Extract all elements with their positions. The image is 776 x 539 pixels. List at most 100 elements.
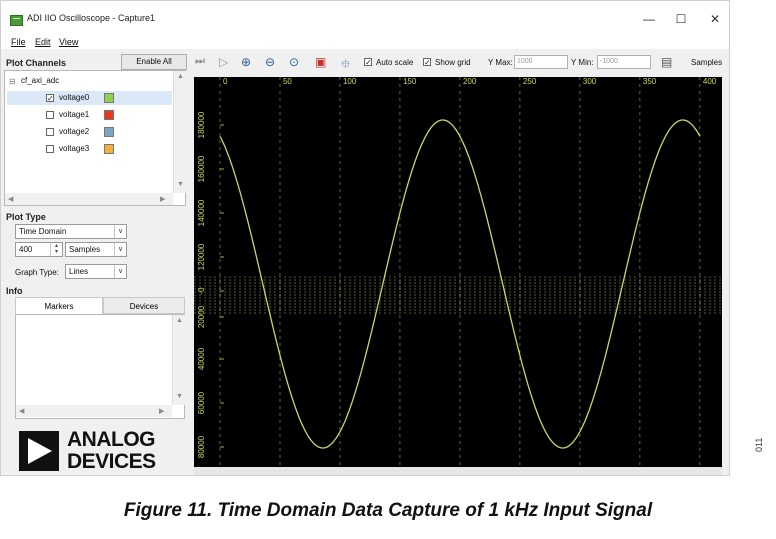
y-tick-label: 80000 (197, 435, 206, 458)
enable-all-button[interactable]: Enable All (121, 54, 187, 70)
tab-devices[interactable]: Devices (103, 297, 185, 314)
zoom-fit-icon[interactable]: ⊙ (289, 55, 299, 69)
channel-row-voltage0[interactable]: ✓ voltage0 (7, 91, 172, 105)
y-tick-label: 40000 (197, 347, 206, 370)
scroll-left-icon[interactable]: ◀ (8, 195, 13, 203)
show-grid-checkbox[interactable]: ✓ (423, 58, 431, 67)
channel-checkbox[interactable]: ✓ (46, 94, 54, 103)
channel-color-swatch[interactable] (104, 144, 114, 154)
scroll-right-icon[interactable]: ▶ (159, 407, 164, 415)
channel-checkbox[interactable] (46, 128, 54, 136)
channel-tree: ⊟ cf_axi_adc ✓ voltage0 voltage1 voltage… (4, 70, 186, 206)
channel-checkbox[interactable] (46, 145, 54, 153)
x-tick-label: 50 (283, 77, 292, 86)
oscilloscope-window: ADI IIO Oscilloscope - Capture1 — ☐ ✕ Fi… (0, 0, 730, 476)
plot-canvas: 0 50 100 150 200 250 300 350 400 180000 160000 1400… (194, 77, 722, 467)
menu-view[interactable]: View (59, 37, 78, 47)
info-tabs: Markers Devices (15, 297, 185, 314)
ymin-label: Y Min: (571, 58, 594, 67)
samples-label: Samples (691, 58, 723, 67)
x-tick-label: 100 (343, 77, 357, 86)
analog-devices-logo-mark (19, 431, 59, 471)
channel-row-voltage1[interactable]: voltage1 (7, 108, 172, 122)
y-tick-label: 120000 (197, 243, 206, 270)
channel-label: voltage3 (59, 144, 90, 153)
auto-scale-checkbox[interactable]: ✓ (364, 58, 372, 67)
play-icon[interactable]: ▷ (219, 55, 228, 69)
plot-domain-select[interactable]: Time Domain ∨ (15, 224, 127, 239)
plot-channels-header: Plot Channels (6, 58, 67, 68)
auto-scale-label: Auto scale (376, 58, 414, 67)
close-button[interactable]: ✕ (701, 9, 729, 29)
graph-type-value: Lines (69, 267, 89, 276)
minimize-button[interactable]: — (635, 9, 663, 29)
x-tick-label: 400 (703, 77, 717, 86)
logo-line-1: ANALOG (67, 428, 156, 451)
info-panel: ▲ ▼ ◀ ▶ (15, 314, 185, 419)
tree-collapse-icon[interactable]: ⊟ (9, 77, 16, 86)
x-tick-label: 0 (223, 77, 228, 86)
x-tick-label: 250 (523, 77, 537, 86)
zoom-out-icon[interactable]: ⊖ (265, 55, 275, 69)
samples-spinbox[interactable]: 400 ▴ ▾ (15, 242, 63, 257)
y-tick-label: 160000 (197, 155, 206, 182)
figure-caption: Figure 11. Time Domain Data Capture of 1… (123, 500, 653, 521)
info-vertical-scrollbar[interactable]: ▲ ▼ (172, 315, 185, 405)
chevron-down-icon: ∨ (114, 243, 126, 256)
device-node[interactable]: cf_axi_adc (21, 76, 59, 85)
x-tick-label: 200 (463, 77, 477, 86)
ymax-label: Y Max: (488, 58, 513, 67)
graph-type-select[interactable]: Lines ∨ (65, 264, 127, 279)
tab-markers[interactable]: Markers (15, 297, 103, 314)
channel-label: voltage2 (59, 127, 90, 136)
tree-vertical-scrollbar[interactable]: ▲ ▼ (173, 71, 186, 193)
y-tick-label: 140000 (197, 199, 206, 226)
window-title: ADI IIO Oscilloscope - Capture1 (27, 13, 156, 23)
ymin-input[interactable]: -1000 (597, 55, 651, 69)
ymax-input[interactable]: 1000 (514, 55, 568, 69)
scroll-down-icon[interactable]: ▼ (176, 393, 183, 400)
step-icon[interactable]: ⏭ (195, 55, 205, 68)
channel-color-swatch[interactable] (104, 110, 114, 120)
spin-arrows-icon[interactable]: ▴ ▾ (50, 243, 62, 256)
chevron-down-icon: ∨ (114, 265, 126, 278)
samples-unit-select[interactable]: Samples ∨ (65, 242, 127, 257)
samples-unit-value: Samples (69, 245, 101, 254)
oscilloscope-plot[interactable]: 0 50 100 150 200 250 300 350 400 180000 160000 1400… (194, 77, 722, 467)
scroll-right-icon[interactable]: ▶ (160, 195, 165, 203)
info-header: Info (6, 286, 23, 296)
maximize-button[interactable]: ☐ (667, 9, 695, 29)
scroll-left-icon[interactable]: ◀ (19, 407, 24, 415)
x-tick-label: 150 (403, 77, 417, 86)
fullscreen-icon[interactable]: ⯐ (341, 55, 350, 76)
channel-label: voltage1 (59, 110, 90, 119)
title-bar: ADI IIO Oscilloscope - Capture1 — ☐ ✕ (1, 1, 729, 35)
show-grid-label: Show grid (435, 58, 471, 67)
zoom-in-icon[interactable]: ⊕ (241, 55, 251, 69)
y-tick-label: 20000 (197, 305, 206, 328)
logo-line-2: DEVICES (67, 450, 156, 473)
y-tick-label: 60000 (197, 391, 206, 414)
scroll-up-icon[interactable]: ▲ (177, 73, 184, 80)
scroll-down-icon[interactable]: ▼ (177, 181, 184, 188)
channel-color-swatch[interactable] (104, 93, 114, 103)
save-icon[interactable]: ▣ (315, 55, 326, 69)
info-horizontal-scrollbar[interactable]: ◀ ▶ (16, 405, 172, 417)
channel-label: voltage0 (59, 93, 90, 102)
samples-value: 400 (19, 245, 33, 254)
plot-type-header: Plot Type (6, 212, 46, 222)
plot-horizontal-scrollbar[interactable] (194, 467, 722, 475)
plot-domain-value: Time Domain (19, 227, 67, 236)
channel-color-swatch[interactable] (104, 127, 114, 137)
menu-file[interactable]: File (11, 37, 26, 47)
channel-checkbox[interactable] (46, 111, 54, 119)
app-icon (10, 15, 23, 26)
scroll-up-icon[interactable]: ▲ (176, 317, 183, 324)
samples-settings-icon[interactable]: ▤ (661, 55, 672, 69)
tree-horizontal-scrollbar[interactable]: ◀ ▶ (5, 193, 173, 205)
channel-row-voltage2[interactable]: voltage2 (7, 125, 172, 139)
menu-edit[interactable]: Edit (35, 37, 51, 47)
x-tick-label: 300 (583, 77, 597, 86)
menu-bar: File Edit View (1, 35, 729, 49)
channel-row-voltage3[interactable]: voltage3 (7, 142, 172, 156)
